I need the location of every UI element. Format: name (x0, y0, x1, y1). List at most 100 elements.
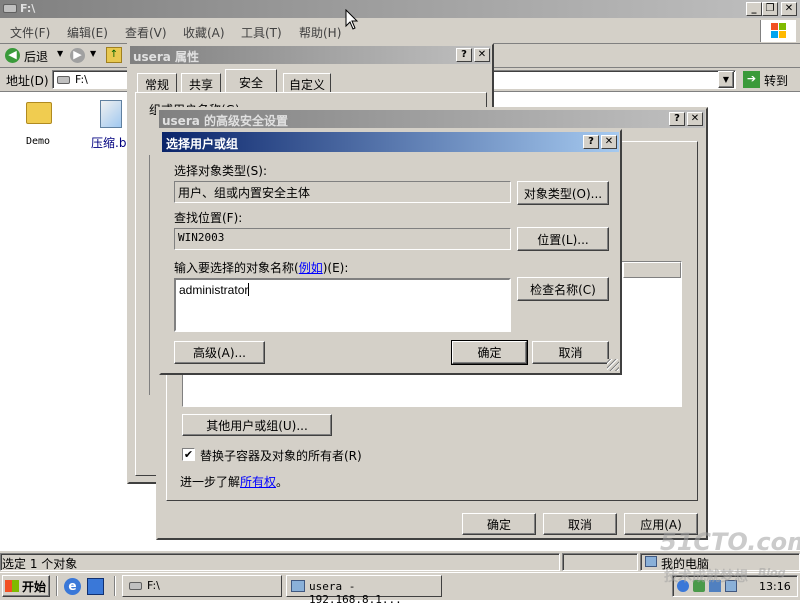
properties-titlebar[interactable]: usera 属性 ? ✕ (130, 46, 491, 64)
quicklaunch-separator (114, 576, 116, 596)
watermark-blog: Blog (758, 566, 786, 579)
tab-label: 共享 (188, 78, 213, 92)
back-arrow-icon[interactable]: ◀ (5, 48, 20, 63)
enter-names-prefix: 输入要选择的对象名称( (174, 261, 299, 275)
close-button[interactable]: ✕ (687, 112, 703, 126)
properties-title: usera 属性 (133, 50, 200, 64)
go-label[interactable]: 转到 (764, 72, 788, 89)
task-label: usera - 192.168.8.1... (309, 580, 402, 606)
forward-dropdown-icon[interactable]: ▼ (90, 49, 96, 58)
help-button[interactable]: ? (583, 135, 599, 149)
resize-grip-icon[interactable] (607, 359, 619, 371)
close-button[interactable]: ✕ (601, 135, 617, 149)
file-item-demo[interactable]: Demo (14, 100, 64, 150)
replace-owner-checkbox[interactable]: ✔ (182, 448, 195, 461)
locations-button[interactable]: 位置(L)... (517, 227, 609, 251)
forward-arrow-icon[interactable]: ▶ (70, 48, 85, 63)
enter-names-label: 输入要选择的对象名称(例如)(E): (174, 259, 348, 276)
drive-icon (129, 582, 142, 590)
up-folder-icon[interactable]: ↑ (106, 47, 122, 63)
tab-general[interactable]: 常规 (137, 73, 177, 92)
go-arrow-icon[interactable]: ➔ (743, 71, 760, 88)
explorer-title: F:\ (20, 2, 36, 15)
close-button[interactable]: ✕ (781, 2, 797, 16)
help-button[interactable]: ? (456, 48, 472, 62)
button-label: 取消 (567, 517, 592, 532)
task-remote-desktop[interactable]: usera - 192.168.8.1... (286, 575, 442, 606)
restore-button[interactable]: ❐ (762, 2, 778, 16)
menu-edit[interactable]: 编辑(E) (67, 24, 108, 41)
help-button[interactable]: ? (669, 112, 685, 126)
tray-clock[interactable]: 13:16 (759, 580, 791, 593)
location-label: 查找位置(F): (174, 211, 243, 225)
button-label: 其他用户或组(U)... (206, 418, 308, 433)
explorer-menubar: 文件(F) 编辑(E) 查看(V) 收藏(A) 工具(T) 帮助(H) (0, 18, 800, 44)
examples-link[interactable]: 例如 (299, 261, 323, 275)
cancel-button[interactable]: 取消 (543, 513, 617, 535)
file-label: 压缩.b (91, 136, 127, 150)
object-types-button[interactable]: 对象类型(O)... (517, 181, 609, 205)
tab-label: 常规 (144, 78, 169, 92)
object-names-value: administrator (179, 283, 249, 297)
location-value: WIN2003 (178, 231, 225, 244)
button-label: 取消 (558, 346, 583, 360)
watermark-sub: 技术成就梦想 (664, 569, 748, 585)
ok-button[interactable]: 确定 (462, 513, 536, 535)
drive-icon (3, 4, 17, 13)
menu-favorites[interactable]: 收藏(A) (183, 24, 225, 41)
enter-names-suffix: )(E): (322, 261, 349, 275)
menu-tools[interactable]: 工具(T) (241, 24, 282, 41)
back-label[interactable]: 后退 (24, 48, 48, 65)
back-dropdown-icon[interactable]: ▼ (57, 49, 63, 58)
object-type-value: 用户、组或内置安全主体 (178, 186, 311, 200)
minimize-button[interactable]: _ (746, 2, 762, 16)
ok-button[interactable]: 确定 (451, 340, 528, 365)
button-label: 确定 (477, 346, 502, 360)
button-label: 对象类型(O)... (523, 186, 603, 201)
task-explorer[interactable]: F:\ (122, 575, 282, 597)
explorer-quicklaunch-icon[interactable] (87, 578, 104, 595)
task-label: F:\ (147, 579, 160, 592)
object-names-input[interactable]: administrator (174, 278, 511, 332)
menu-help[interactable]: 帮助(H) (299, 24, 341, 41)
tab-sharing[interactable]: 共享 (181, 73, 221, 92)
menu-file[interactable]: 文件(F) (10, 24, 50, 41)
select-users-titlebar[interactable]: 选择用户或组 ? ✕ (162, 132, 619, 152)
menu-view[interactable]: 查看(V) (125, 24, 167, 41)
watermark-main: 51CTO.com (660, 528, 800, 556)
owner-list-header (623, 262, 681, 278)
ownership-link[interactable]: 所有权 (240, 473, 276, 490)
other-users-button[interactable]: 其他用户或组(U)... (182, 414, 332, 436)
mouse-cursor-icon (345, 9, 359, 30)
tab-security[interactable]: 安全 (225, 69, 277, 93)
button-label: 位置(L)... (537, 232, 589, 247)
remote-desktop-icon (291, 580, 305, 592)
button-label: 高级(A)... (192, 346, 247, 360)
windows-logo-icon (760, 20, 796, 42)
select-users-dialog: 选择用户或组 ? ✕ 选择对象类型(S): 用户、组或内置安全主体 对象类型(O… (159, 129, 622, 375)
start-label: 开始 (22, 579, 47, 594)
start-button[interactable]: 开始 (2, 575, 50, 597)
computer-icon (645, 556, 657, 567)
select-users-title: 选择用户或组 (166, 137, 239, 151)
tab-custom[interactable]: 自定义 (283, 73, 331, 92)
tab-label: 自定义 (288, 78, 325, 92)
windows-flag-icon (5, 580, 19, 592)
cancel-button[interactable]: 取消 (532, 341, 609, 364)
archive-icon (100, 100, 122, 128)
tab-label: 安全 (238, 76, 263, 90)
button-label: 确定 (486, 517, 511, 532)
explorer-titlebar[interactable]: F:\ _ ❐ ✕ (0, 0, 800, 18)
folder-icon (26, 102, 52, 124)
advanced-button[interactable]: 高级(A)... (174, 341, 265, 364)
close-button[interactable]: ✕ (474, 48, 490, 62)
drive-icon (57, 76, 70, 84)
internet-explorer-icon[interactable]: e (64, 578, 81, 595)
object-type-field: 用户、组或内置安全主体 (174, 181, 511, 203)
address-label: 地址(D) (6, 74, 49, 88)
address-dropdown-button[interactable]: ▼ (718, 71, 734, 88)
replace-owner-label[interactable]: 替换子容器及对象的所有者(R) (200, 447, 362, 464)
advanced-security-titlebar[interactable]: usera 的高级安全设置 ? ✕ (159, 110, 705, 128)
address-value: F:\ (75, 73, 88, 86)
check-names-button[interactable]: 检查名称(C) (517, 277, 609, 301)
